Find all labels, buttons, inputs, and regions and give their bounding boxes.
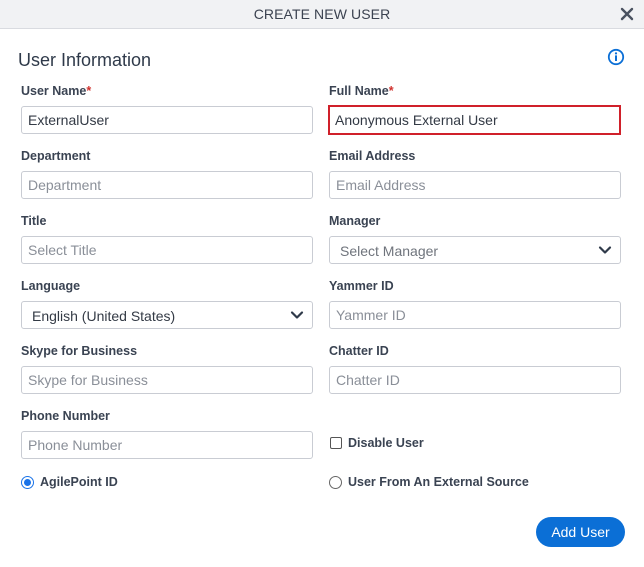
- info-icon[interactable]: [607, 48, 625, 66]
- section-title: User Information: [18, 50, 152, 70]
- radio-unselected-icon[interactable]: [329, 475, 342, 489]
- agilepoint-id-label: AgilePoint ID: [40, 475, 118, 489]
- department-input[interactable]: [21, 171, 313, 199]
- external-source-radio[interactable]: User From An External Source: [329, 475, 529, 489]
- agilepoint-id-radio[interactable]: AgilePoint ID: [21, 475, 118, 489]
- user-name-input[interactable]: [21, 106, 313, 134]
- language-select[interactable]: English (United States): [21, 301, 313, 329]
- full-name-label: Full Name*: [329, 84, 394, 98]
- radio-selected-icon[interactable]: [21, 475, 34, 489]
- email-label: Email Address: [329, 149, 416, 163]
- title-label: Title: [21, 214, 47, 228]
- close-icon[interactable]: [618, 5, 636, 23]
- chevron-down-icon: [290, 311, 304, 319]
- dialog-titlebar: CREATE NEW USER: [0, 0, 644, 29]
- yammer-label: Yammer ID: [329, 279, 394, 293]
- chevron-down-icon: [598, 246, 612, 254]
- department-label: Department: [21, 149, 91, 163]
- skype-label: Skype for Business: [21, 344, 138, 358]
- user-name-label-text: User Name: [21, 84, 87, 98]
- language-label: Language: [21, 279, 81, 293]
- external-source-label: User From An External Source: [348, 475, 529, 489]
- add-user-button[interactable]: Add User: [536, 517, 625, 547]
- dialog-title: CREATE NEW USER: [253, 6, 391, 22]
- full-name-input[interactable]: [328, 105, 621, 135]
- phone-input[interactable]: [21, 431, 313, 459]
- chatter-label: Chatter ID: [329, 344, 389, 358]
- manager-select-value: Select Manager: [340, 243, 439, 259]
- user-name-label: User Name*: [21, 84, 91, 98]
- required-marker: *: [86, 84, 92, 98]
- manager-label: Manager: [329, 214, 381, 228]
- checkbox-icon[interactable]: [330, 437, 342, 449]
- full-name-label-text: Full Name: [329, 84, 389, 98]
- skype-input[interactable]: [21, 366, 313, 394]
- disable-user-label: Disable User: [348, 436, 424, 450]
- phone-label: Phone Number: [21, 409, 110, 423]
- required-marker: *: [388, 84, 394, 98]
- email-input[interactable]: [329, 171, 621, 199]
- chatter-input[interactable]: [329, 366, 621, 394]
- language-select-value: English (United States): [32, 308, 176, 324]
- yammer-input[interactable]: [329, 301, 621, 329]
- title-input[interactable]: [21, 236, 313, 264]
- disable-user-checkbox[interactable]: Disable User: [330, 436, 424, 450]
- manager-select[interactable]: Select Manager: [329, 236, 621, 264]
